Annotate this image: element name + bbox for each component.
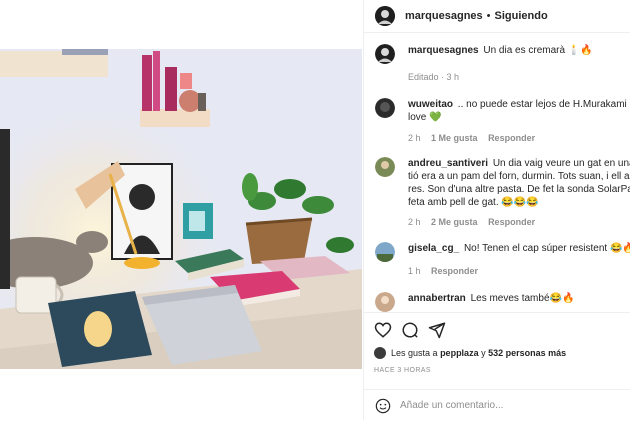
comment-meta: 2 h 1 Me gusta Responder xyxy=(408,133,535,143)
separator-dot: • xyxy=(486,10,491,22)
comment-likes[interactable]: 1 Me gusta xyxy=(431,133,478,143)
speech-bubble-icon[interactable] xyxy=(401,321,419,339)
caption-text: Un dia es cremarà 🕯️🔥 xyxy=(483,45,593,56)
comment-body: wuweitao .. no puede estar lejos de H.Mu… xyxy=(408,98,630,124)
caption-age: 3 h xyxy=(446,72,460,82)
caption-avatar[interactable] xyxy=(375,44,395,64)
avatar-image xyxy=(375,242,395,262)
comment-body: andreu_santiveri Un dia vaig veure un ga… xyxy=(408,157,630,209)
likes-prefix: Les gusta a xyxy=(391,348,438,358)
comment-text-line: Un dia vaig veure un gat en una fra xyxy=(492,158,630,169)
comment-text-line: feta amb pell de gat. 😂😂😂 xyxy=(408,197,539,208)
reply-button[interactable]: Responder xyxy=(431,266,478,276)
liker-avatar[interactable] xyxy=(374,347,386,359)
author-username[interactable]: marquesagnes xyxy=(405,10,483,22)
post-photo[interactable] xyxy=(0,49,362,369)
commenter-avatar[interactable] xyxy=(375,157,395,177)
commenter-avatar[interactable] xyxy=(375,292,395,312)
comment-meta: 1 h Responder xyxy=(408,266,478,276)
comment-text-line: Les meves també😂🔥 xyxy=(470,293,575,304)
reply-button[interactable]: Responder xyxy=(488,217,535,227)
commenter-username[interactable]: wuweitao xyxy=(408,99,453,110)
add-comment-input[interactable]: Añade un comentario... xyxy=(400,400,503,411)
avatar-image xyxy=(375,6,395,26)
avatar-image xyxy=(375,157,395,177)
comment-meta: 2 h 2 Me gusta Responder xyxy=(408,217,535,227)
comment-likes[interactable]: 2 Me gusta xyxy=(431,217,478,227)
caption-username[interactable]: marquesagnes xyxy=(408,45,479,56)
comment-text-line: tió era a un pam del forn, durmin. Tots … xyxy=(408,171,630,182)
comments-list[interactable]: marquesagnes Un dia es cremarà 🕯️🔥 Edita… xyxy=(364,38,630,312)
comment-text-line: res. Son d'una altre pasta. De fet la so… xyxy=(408,184,630,195)
heart-icon[interactable] xyxy=(374,321,392,339)
comment-text-line: .. no puede estar lejos de H.Murakami 🔥 xyxy=(457,99,630,110)
reply-button[interactable]: Responder xyxy=(488,133,535,143)
commenter-username[interactable]: annabertran xyxy=(408,293,466,304)
avatar-image xyxy=(375,98,395,118)
liker-username[interactable]: pepplaza xyxy=(440,348,479,358)
caption-body: marquesagnes Un dia es cremarà 🕯️🔥 xyxy=(408,44,630,57)
post-panel: marquesagnes • Siguiendo marquesagnes Un… xyxy=(363,0,630,420)
post-timestamp[interactable]: HACE 3 HORAS xyxy=(374,367,431,374)
action-bar xyxy=(364,312,630,345)
commenter-username[interactable]: andreu_santiveri xyxy=(408,158,488,169)
commenter-avatar[interactable] xyxy=(375,98,395,118)
add-comment-bar: Añade un comentario... xyxy=(364,389,630,421)
avatar-image xyxy=(375,292,395,312)
smiley-icon[interactable] xyxy=(375,398,391,414)
paper-plane-icon[interactable] xyxy=(428,321,446,339)
author-avatar[interactable] xyxy=(375,6,395,26)
comment-age: 1 h xyxy=(408,266,421,276)
following-button[interactable]: Siguiendo xyxy=(495,10,548,22)
comment-text-line: No! Tenen el cap súper resistent 😂🔥 xyxy=(463,243,630,254)
avatar-image xyxy=(375,44,395,64)
edited-label: Editado xyxy=(408,72,439,82)
likes-connector: y xyxy=(481,348,486,358)
photo-pane xyxy=(0,0,362,420)
comment-age: 2 h xyxy=(408,133,421,143)
commenter-username[interactable]: gisela_cg_ xyxy=(408,243,459,254)
comment-body: gisela_cg_ No! Tenen el cap súper resist… xyxy=(408,242,630,255)
likes-summary: Les gusta a pepplaza y 532 personas más xyxy=(374,345,630,361)
caption-meta: Editado · 3 h xyxy=(408,72,460,82)
likes-others-link[interactable]: 532 personas más xyxy=(488,348,566,358)
post-header: marquesagnes • Siguiendo xyxy=(364,0,630,33)
comment-body: annabertran Les meves també😂🔥 xyxy=(408,292,630,305)
commenter-avatar[interactable] xyxy=(375,242,395,262)
comment-text-line: love 💚 xyxy=(408,112,442,123)
comment-age: 2 h xyxy=(408,217,421,227)
desk-scene-illustration xyxy=(0,49,362,369)
